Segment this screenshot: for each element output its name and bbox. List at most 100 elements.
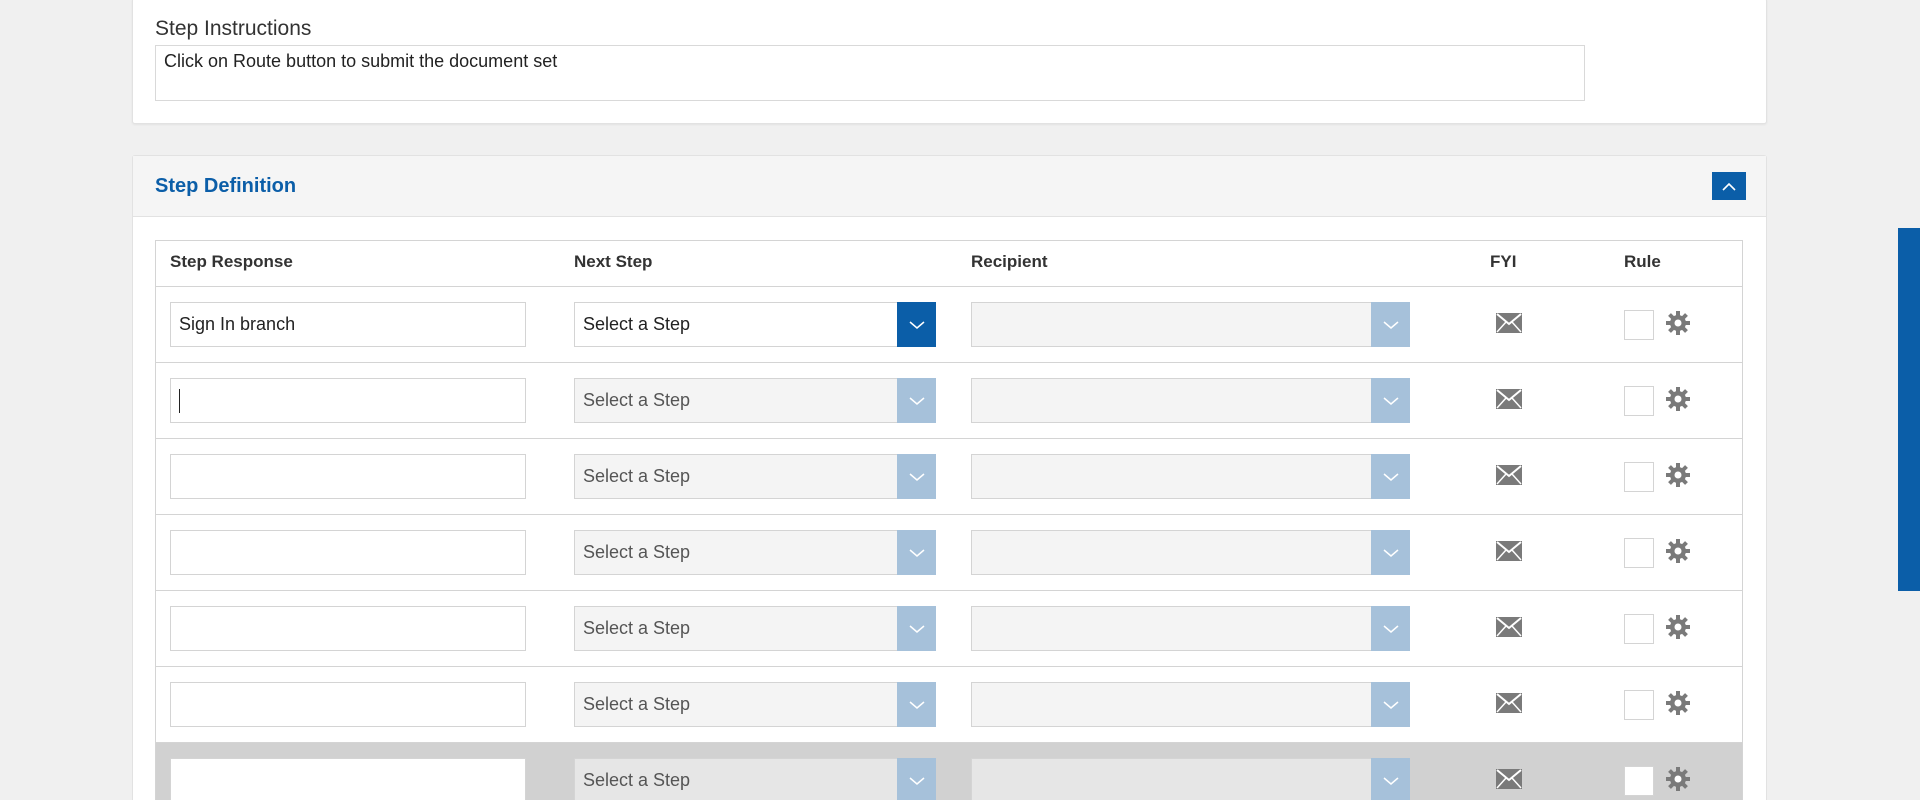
next-step-value: Select a Step [583, 542, 691, 562]
step-response-value: Sign In branch [179, 314, 296, 334]
next-step-select[interactable]: Select a Step [574, 302, 936, 347]
next-step-value: Select a Step [583, 466, 691, 486]
recipient-select[interactable] [971, 302, 1410, 347]
envelope-icon[interactable] [1496, 693, 1522, 713]
chevron-down-icon [909, 700, 924, 709]
next-step-dropdown-button[interactable] [897, 682, 936, 727]
chevron-down-icon [1383, 396, 1398, 405]
recipient-select[interactable] [971, 454, 1410, 499]
step-response-input[interactable] [170, 682, 526, 727]
chevron-down-icon [1383, 624, 1398, 633]
gear-icon[interactable] [1666, 767, 1690, 791]
recipient-dropdown-button[interactable] [1371, 682, 1410, 727]
step-instructions-label: Step Instructions [155, 17, 312, 40]
next-step-dropdown-button[interactable] [897, 758, 936, 800]
rule-checkbox[interactable] [1624, 462, 1654, 492]
recipient-select[interactable] [971, 758, 1410, 800]
next-step-select[interactable]: Select a Step [574, 682, 936, 727]
recipient-dropdown-button[interactable] [1371, 758, 1410, 800]
next-step-select[interactable]: Select a Step [574, 606, 936, 651]
step-instructions-textarea[interactable]: Click on Route button to submit the docu… [155, 45, 1585, 101]
column-header-step-response: Step Response [170, 252, 293, 271]
envelope-icon[interactable] [1496, 617, 1522, 637]
gear-icon[interactable] [1666, 463, 1690, 487]
recipient-dropdown-button[interactable] [1371, 454, 1410, 499]
table-row: Sign In branch Select a Step [156, 287, 1742, 363]
rule-checkbox[interactable] [1624, 766, 1654, 796]
gear-icon[interactable] [1666, 539, 1690, 563]
next-step-value: Select a Step [583, 314, 691, 334]
recipient-select[interactable] [971, 530, 1410, 575]
next-step-dropdown-button[interactable] [897, 378, 936, 423]
rule-checkbox[interactable] [1624, 310, 1654, 340]
rule-checkbox[interactable] [1624, 614, 1654, 644]
next-step-value: Select a Step [583, 770, 691, 790]
step-response-input[interactable] [170, 758, 526, 800]
rule-checkbox[interactable] [1624, 690, 1654, 720]
chevron-down-icon [909, 776, 924, 785]
recipient-select[interactable] [971, 378, 1410, 423]
envelope-icon[interactable] [1496, 313, 1522, 333]
rule-checkbox[interactable] [1624, 386, 1654, 416]
table-row: Select a Step [156, 439, 1742, 515]
table-row: Select a Step [156, 743, 1742, 800]
chevron-down-icon [1383, 472, 1398, 481]
table-row: Select a Step [156, 515, 1742, 591]
step-response-input[interactable] [170, 606, 526, 651]
envelope-icon[interactable] [1496, 389, 1522, 409]
next-step-dropdown-button[interactable] [897, 302, 936, 347]
table-row: Select a Step [156, 591, 1742, 667]
next-step-dropdown-button[interactable] [897, 606, 936, 651]
rule-checkbox[interactable] [1624, 538, 1654, 568]
gear-icon[interactable] [1666, 387, 1690, 411]
envelope-icon[interactable] [1496, 541, 1522, 561]
column-header-recipient: Recipient [971, 252, 1048, 271]
chevron-down-icon [909, 624, 924, 633]
grid-body: Sign In branch Select a Step Select a St… [156, 287, 1742, 800]
step-definition-header: Step Definition [133, 156, 1766, 217]
recipient-select[interactable] [971, 682, 1410, 727]
chevron-down-icon [909, 320, 924, 329]
step-definition-title: Step Definition [155, 175, 297, 197]
step-instructions-panel: Step Instructions Click on Route button … [132, 0, 1767, 124]
text-caret [179, 389, 180, 414]
side-panel-tab[interactable] [1898, 228, 1920, 591]
chevron-down-icon [1383, 776, 1398, 785]
step-definition-panel: Step Definition Step Response Next Step … [132, 155, 1767, 800]
next-step-dropdown-button[interactable] [897, 454, 936, 499]
step-response-input[interactable] [170, 378, 526, 423]
step-response-input[interactable] [170, 530, 526, 575]
chevron-down-icon [1383, 700, 1398, 709]
column-header-next-step: Next Step [574, 252, 653, 271]
gear-icon[interactable] [1666, 311, 1690, 335]
chevron-up-icon [1722, 182, 1736, 191]
chevron-down-icon [909, 548, 924, 557]
recipient-dropdown-button[interactable] [1371, 378, 1410, 423]
next-step-dropdown-button[interactable] [897, 530, 936, 575]
recipient-select[interactable] [971, 606, 1410, 651]
recipient-dropdown-button[interactable] [1371, 606, 1410, 651]
next-step-select[interactable]: Select a Step [574, 454, 936, 499]
next-step-select[interactable]: Select a Step [574, 758, 936, 800]
step-definition-grid: Step Response Next Step Recipient FYI Ru… [155, 240, 1743, 800]
gear-icon[interactable] [1666, 691, 1690, 715]
chevron-down-icon [1383, 548, 1398, 557]
next-step-select[interactable]: Select a Step [574, 378, 936, 423]
chevron-down-icon [909, 396, 924, 405]
table-row: Select a Step [156, 667, 1742, 743]
collapse-button[interactable] [1712, 172, 1746, 200]
chevron-down-icon [909, 472, 924, 481]
envelope-icon[interactable] [1496, 769, 1522, 789]
column-header-rule: Rule [1624, 252, 1661, 271]
next-step-select[interactable]: Select a Step [574, 530, 936, 575]
step-response-input[interactable] [170, 454, 526, 499]
chevron-down-icon [1383, 320, 1398, 329]
grid-header: Step Response Next Step Recipient FYI Ru… [156, 241, 1742, 287]
step-response-input[interactable]: Sign In branch [170, 302, 526, 347]
next-step-value: Select a Step [583, 618, 691, 638]
next-step-value: Select a Step [583, 694, 691, 714]
envelope-icon[interactable] [1496, 465, 1522, 485]
recipient-dropdown-button[interactable] [1371, 530, 1410, 575]
recipient-dropdown-button[interactable] [1371, 302, 1410, 347]
gear-icon[interactable] [1666, 615, 1690, 639]
